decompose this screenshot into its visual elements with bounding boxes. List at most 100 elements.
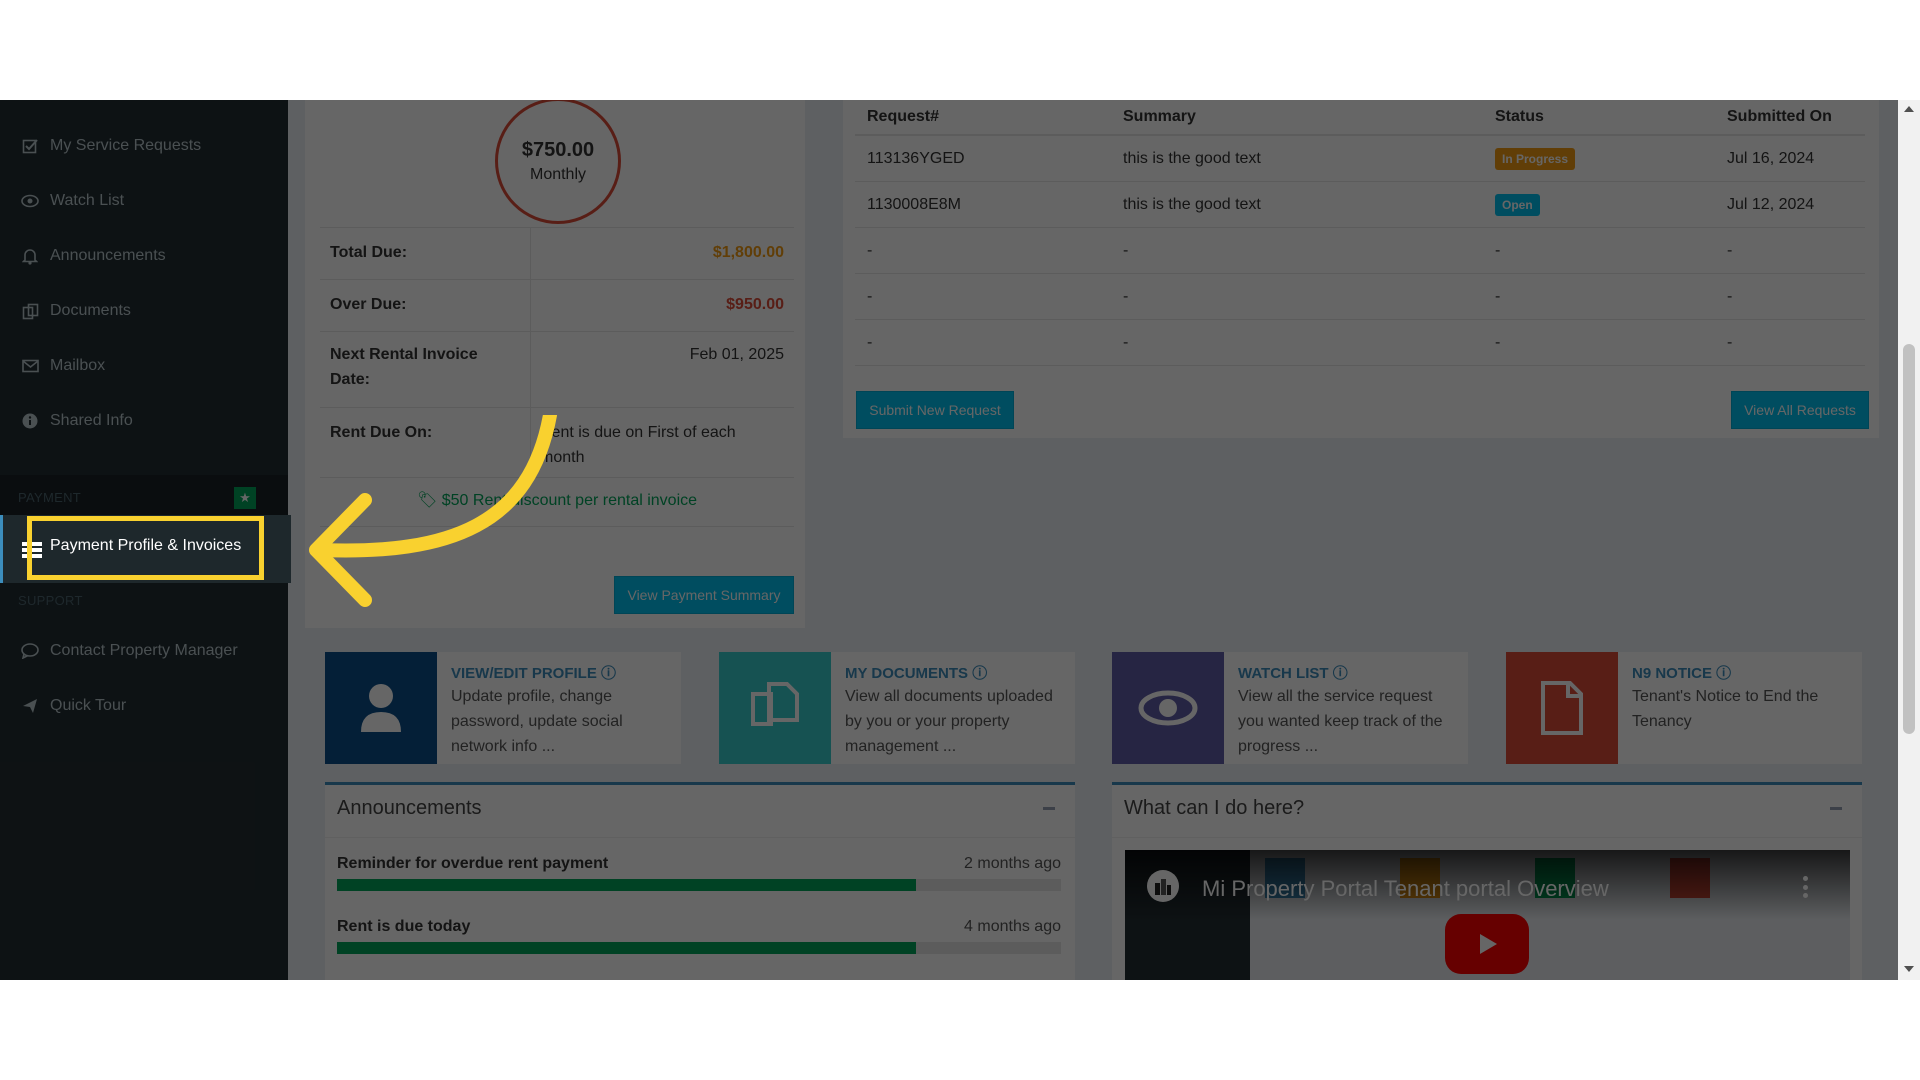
rent-due-value: Rent is due on First of each month [540, 424, 736, 466]
info-box-title[interactable]: MY DOCUMENTS ⓘ [845, 662, 987, 683]
request-id: - [855, 319, 1111, 366]
info-box-watch-list[interactable]: WATCH LIST ⓘ View all the service reques… [1112, 652, 1468, 764]
box-divider [325, 837, 1075, 838]
app-window: My Service Requests Watch List Announcem… [0, 100, 1920, 980]
announcement-age: 2 months ago [964, 855, 1061, 872]
comment-icon [20, 641, 40, 661]
announcements-title: Announcements [337, 797, 482, 819]
page-scrollbar[interactable] [1898, 100, 1920, 980]
col-header-status: Status [1483, 100, 1715, 136]
minimize-icon[interactable] [1830, 807, 1842, 810]
scroll-up-icon[interactable] [1904, 106, 1914, 112]
request-id[interactable]: 113136YGED [855, 135, 1111, 182]
sidebar-item-quick-tour[interactable]: Quick Tour [0, 686, 288, 726]
copy-icon [20, 301, 40, 321]
copy-icon [719, 652, 831, 764]
sidebar-item-announcements[interactable]: Announcements [0, 236, 288, 276]
request-date: - [1715, 227, 1865, 274]
sidebar-item-label: Mailbox [50, 357, 106, 374]
rent-amount: $750.00 [521, 138, 595, 161]
request-status: Open [1483, 181, 1715, 228]
info-box-n9-notice[interactable]: N9 NOTICE ⓘ Tenant's Notice to End the T… [1506, 652, 1862, 764]
info-box-title[interactable]: WATCH LIST ⓘ [1238, 662, 1348, 683]
channel-logo-icon [1147, 870, 1179, 902]
rent-amount-circle: $750.00 Monthly [495, 100, 621, 224]
announcement-age: 4 months ago [964, 918, 1061, 935]
scroll-thumb[interactable] [1903, 344, 1915, 734]
sidebar-item-label: Contact Property Manager [50, 642, 238, 659]
announcement-progress-track [337, 942, 1061, 954]
request-id: - [855, 273, 1111, 320]
sidebar-item-label: My Service Requests [50, 137, 202, 154]
request-summary: - [1111, 273, 1483, 320]
announcement-text: Rent is due today [337, 918, 471, 935]
view-payment-summary-button[interactable]: View Payment Summary [614, 576, 794, 614]
submit-new-request-button[interactable]: Submit New Request [856, 391, 1014, 429]
info-box-documents[interactable]: MY DOCUMENTS ⓘ View all documents upload… [719, 652, 1075, 764]
request-id: - [855, 227, 1111, 274]
request-id[interactable]: 1130008E8M [855, 181, 1111, 228]
sidebar-item-shared-info[interactable]: Shared Info [0, 401, 288, 441]
help-title: What can I do here? [1124, 797, 1305, 819]
next-invoice-row: Next Rental Invoice Date: Feb 01, 2025 [320, 331, 794, 408]
over-due-row: Over Due: $950.00 [320, 279, 794, 332]
section-header-support: SUPPORT [18, 593, 83, 608]
more-vert-icon[interactable] [1803, 876, 1808, 898]
table-row[interactable]: 1130008E8M this is the good text Open Ju… [855, 181, 1865, 228]
sidebar-item-label: Announcements [50, 247, 166, 264]
info-box-desc: View all documents uploaded by you or yo… [845, 688, 1053, 755]
request-status: In Progress [1483, 135, 1715, 182]
envelope-icon [20, 356, 40, 376]
video-player[interactable]: Mi Property Portal Tenant portal Overvie… [1125, 850, 1850, 980]
highlight-frame [27, 516, 264, 580]
info-box-title[interactable]: N9 NOTICE ⓘ [1632, 662, 1731, 683]
request-status: - [1483, 319, 1715, 366]
box-divider [1112, 837, 1862, 838]
sidebar-item-label: Documents [50, 302, 131, 319]
youtube-play-icon[interactable] [1445, 914, 1529, 974]
sidebar-item-label: Shared Info [50, 412, 133, 429]
video-title[interactable]: Mi Property Portal Tenant portal Overvie… [1202, 876, 1609, 902]
eye-icon [20, 191, 40, 211]
plane-icon [20, 696, 40, 716]
request-summary: this is the good text [1111, 135, 1483, 182]
eye-icon [1112, 652, 1224, 764]
scroll-down-icon[interactable] [1904, 966, 1914, 972]
minimize-icon[interactable] [1043, 807, 1055, 810]
sidebar-item-watch-list[interactable]: Watch List [0, 181, 288, 221]
over-due-label: Over Due: [330, 296, 407, 313]
request-date: Jul 16, 2024 [1715, 135, 1865, 182]
next-invoice-value: Feb 01, 2025 [689, 346, 784, 363]
announcement-progress-fill [337, 879, 917, 891]
request-date: Jul 12, 2024 [1715, 181, 1865, 228]
over-due-value: $950.00 [726, 296, 784, 313]
info-circle-icon [20, 411, 40, 431]
request-summary: - [1111, 227, 1483, 274]
table-row[interactable]: 113136YGED this is the good text In Prog… [855, 135, 1865, 182]
table-row: - - - - [855, 319, 1865, 366]
total-due-value: $1,800.00 [712, 244, 784, 261]
bell-icon [20, 246, 40, 266]
table-header-row: Request# Summary Status Submitted On [855, 100, 1865, 136]
file-icon [1506, 652, 1618, 764]
table-row: - - - - [855, 227, 1865, 274]
sidebar-item-mailbox[interactable]: Mailbox [0, 346, 288, 386]
sidebar-item-contact-manager[interactable]: Contact Property Manager [0, 631, 288, 671]
next-invoice-label: Next Rental Invoice Date: [330, 346, 478, 388]
star-icon[interactable]: ★ [234, 487, 256, 509]
announcement-progress-fill [337, 942, 917, 954]
status-badge: In Progress [1495, 147, 1576, 170]
info-box-desc: Tenant's Notice to End the Tenancy [1632, 688, 1819, 730]
request-date: - [1715, 273, 1865, 320]
request-date: - [1715, 319, 1865, 366]
info-box-desc: View all the service request you wanted … [1238, 688, 1443, 755]
col-header-submitted: Submitted On [1715, 100, 1865, 136]
announcements-box: Announcements Reminder for overdue rent … [325, 782, 1075, 980]
total-due-label: Total Due: [330, 244, 408, 261]
sidebar-item-service-requests[interactable]: My Service Requests [0, 126, 288, 166]
sidebar-item-documents[interactable]: Documents [0, 291, 288, 331]
col-header-request: Request# [855, 100, 1111, 136]
view-all-requests-button[interactable]: View All Requests [1731, 391, 1869, 429]
requests-table: Request# Summary Status Submitted On 113… [855, 100, 1865, 366]
status-badge: Open [1495, 193, 1540, 216]
